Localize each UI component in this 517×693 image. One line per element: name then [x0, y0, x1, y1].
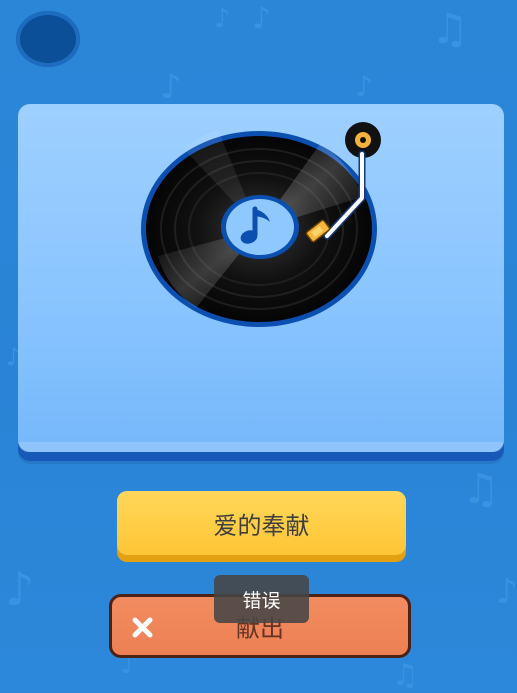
background-music-note-icon: ♪ — [496, 572, 517, 612]
background-music-note-icon: ♫ — [392, 658, 419, 693]
background-music-note-icon: ♫ — [462, 464, 500, 513]
background-music-note-icon: ♪ — [214, 4, 231, 34]
question-card — [18, 104, 504, 452]
close-icon[interactable] — [130, 615, 155, 640]
error-toast-label: 错误 — [242, 589, 281, 612]
error-toast: 错误 — [214, 575, 309, 623]
background-music-note-icon: ♪ — [5, 562, 35, 616]
background-music-note-icon: ♪ — [355, 70, 373, 103]
background-music-note-icon: ♫ — [431, 4, 469, 53]
record-player-icon — [141, 122, 381, 327]
answer-option-label: 爱的奉献 — [213, 511, 310, 540]
progress-dot-icon — [16, 11, 80, 67]
background-music-note-icon: ♪ — [252, 1, 272, 36]
background-music-note-icon: ♪ — [160, 67, 182, 107]
answer-option-button[interactable]: 爱的奉献 — [117, 491, 406, 555]
